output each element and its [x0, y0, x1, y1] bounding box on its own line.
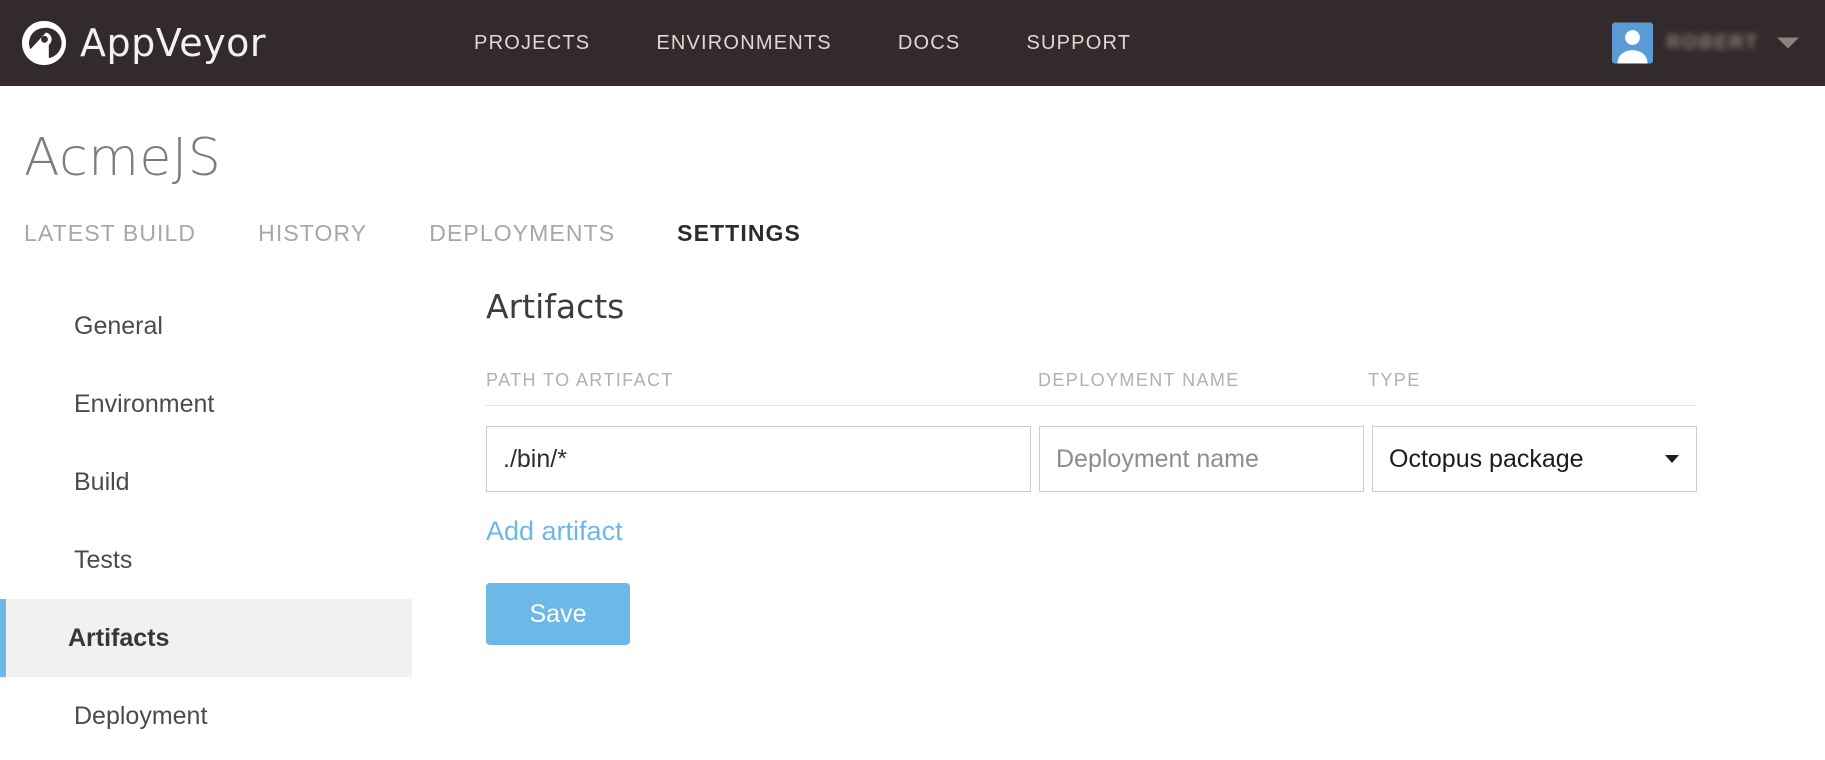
- column-header-path: PATH TO ARTIFACT: [486, 370, 674, 390]
- nav-item-projects[interactable]: PROJECTS: [441, 32, 623, 55]
- artifact-row: Octopus package: [486, 426, 1825, 492]
- artifact-path-input[interactable]: [486, 426, 1031, 492]
- chevron-down-icon[interactable]: [1777, 37, 1799, 49]
- artifacts-table-header: PATH TO ARTIFACT DEPLOYMENT NAME TYPE: [486, 370, 1696, 406]
- section-title: Artifacts: [486, 287, 625, 326]
- nav-item-support[interactable]: SUPPORT: [993, 32, 1164, 55]
- sidebar-item-tests[interactable]: Tests: [0, 521, 412, 599]
- brand-name: AppVeyor: [80, 21, 267, 65]
- nav-item-docs[interactable]: DOCS: [865, 32, 994, 55]
- nav-item-environments[interactable]: ENVIRONMENTS: [623, 32, 865, 55]
- save-button[interactable]: Save: [486, 583, 630, 645]
- appveyor-logo-icon: [22, 21, 66, 65]
- page-title: AcmeJS: [24, 128, 222, 188]
- column-header-type: TYPE: [1368, 370, 1421, 390]
- tab-latest-build[interactable]: LATEST BUILD: [24, 220, 258, 247]
- column-header-deployment-name: DEPLOYMENT NAME: [1038, 370, 1240, 390]
- user-avatar-icon: [1611, 22, 1653, 64]
- artifacts-panel: Artifacts PATH TO ARTIFACT DEPLOYMENT NA…: [412, 287, 1825, 755]
- top-header-bar: AppVeyor PROJECTS ENVIRONMENTS DOCS SUPP…: [0, 0, 1825, 86]
- project-tabs: LATEST BUILD HISTORY DEPLOYMENTS SETTING…: [24, 220, 1825, 247]
- tab-deployments[interactable]: DEPLOYMENTS: [429, 220, 677, 247]
- artifact-type-select[interactable]: Octopus package: [1372, 426, 1697, 492]
- user-menu[interactable]: ROBERT: [1611, 22, 1799, 64]
- sidebar-item-artifacts[interactable]: Artifacts: [0, 599, 412, 677]
- settings-sidebar: General Environment Build Tests Artifact…: [0, 287, 412, 755]
- sidebar-item-build[interactable]: Build: [0, 443, 412, 521]
- brand-logo[interactable]: AppVeyor: [22, 21, 266, 65]
- tab-history[interactable]: HISTORY: [258, 220, 429, 247]
- main-navigation: PROJECTS ENVIRONMENTS DOCS SUPPORT: [441, 32, 1164, 55]
- user-name: ROBERT: [1666, 32, 1759, 53]
- tab-settings[interactable]: SETTINGS: [677, 220, 863, 247]
- sidebar-item-deployment[interactable]: Deployment: [0, 677, 412, 755]
- add-artifact-link[interactable]: Add artifact: [486, 516, 623, 547]
- content-area: General Environment Build Tests Artifact…: [0, 287, 1825, 755]
- sidebar-item-general[interactable]: General: [0, 287, 412, 365]
- deployment-name-input[interactable]: [1039, 426, 1364, 492]
- artifact-type-select-wrapper: Octopus package: [1372, 426, 1697, 492]
- sidebar-item-environment[interactable]: Environment: [0, 365, 412, 443]
